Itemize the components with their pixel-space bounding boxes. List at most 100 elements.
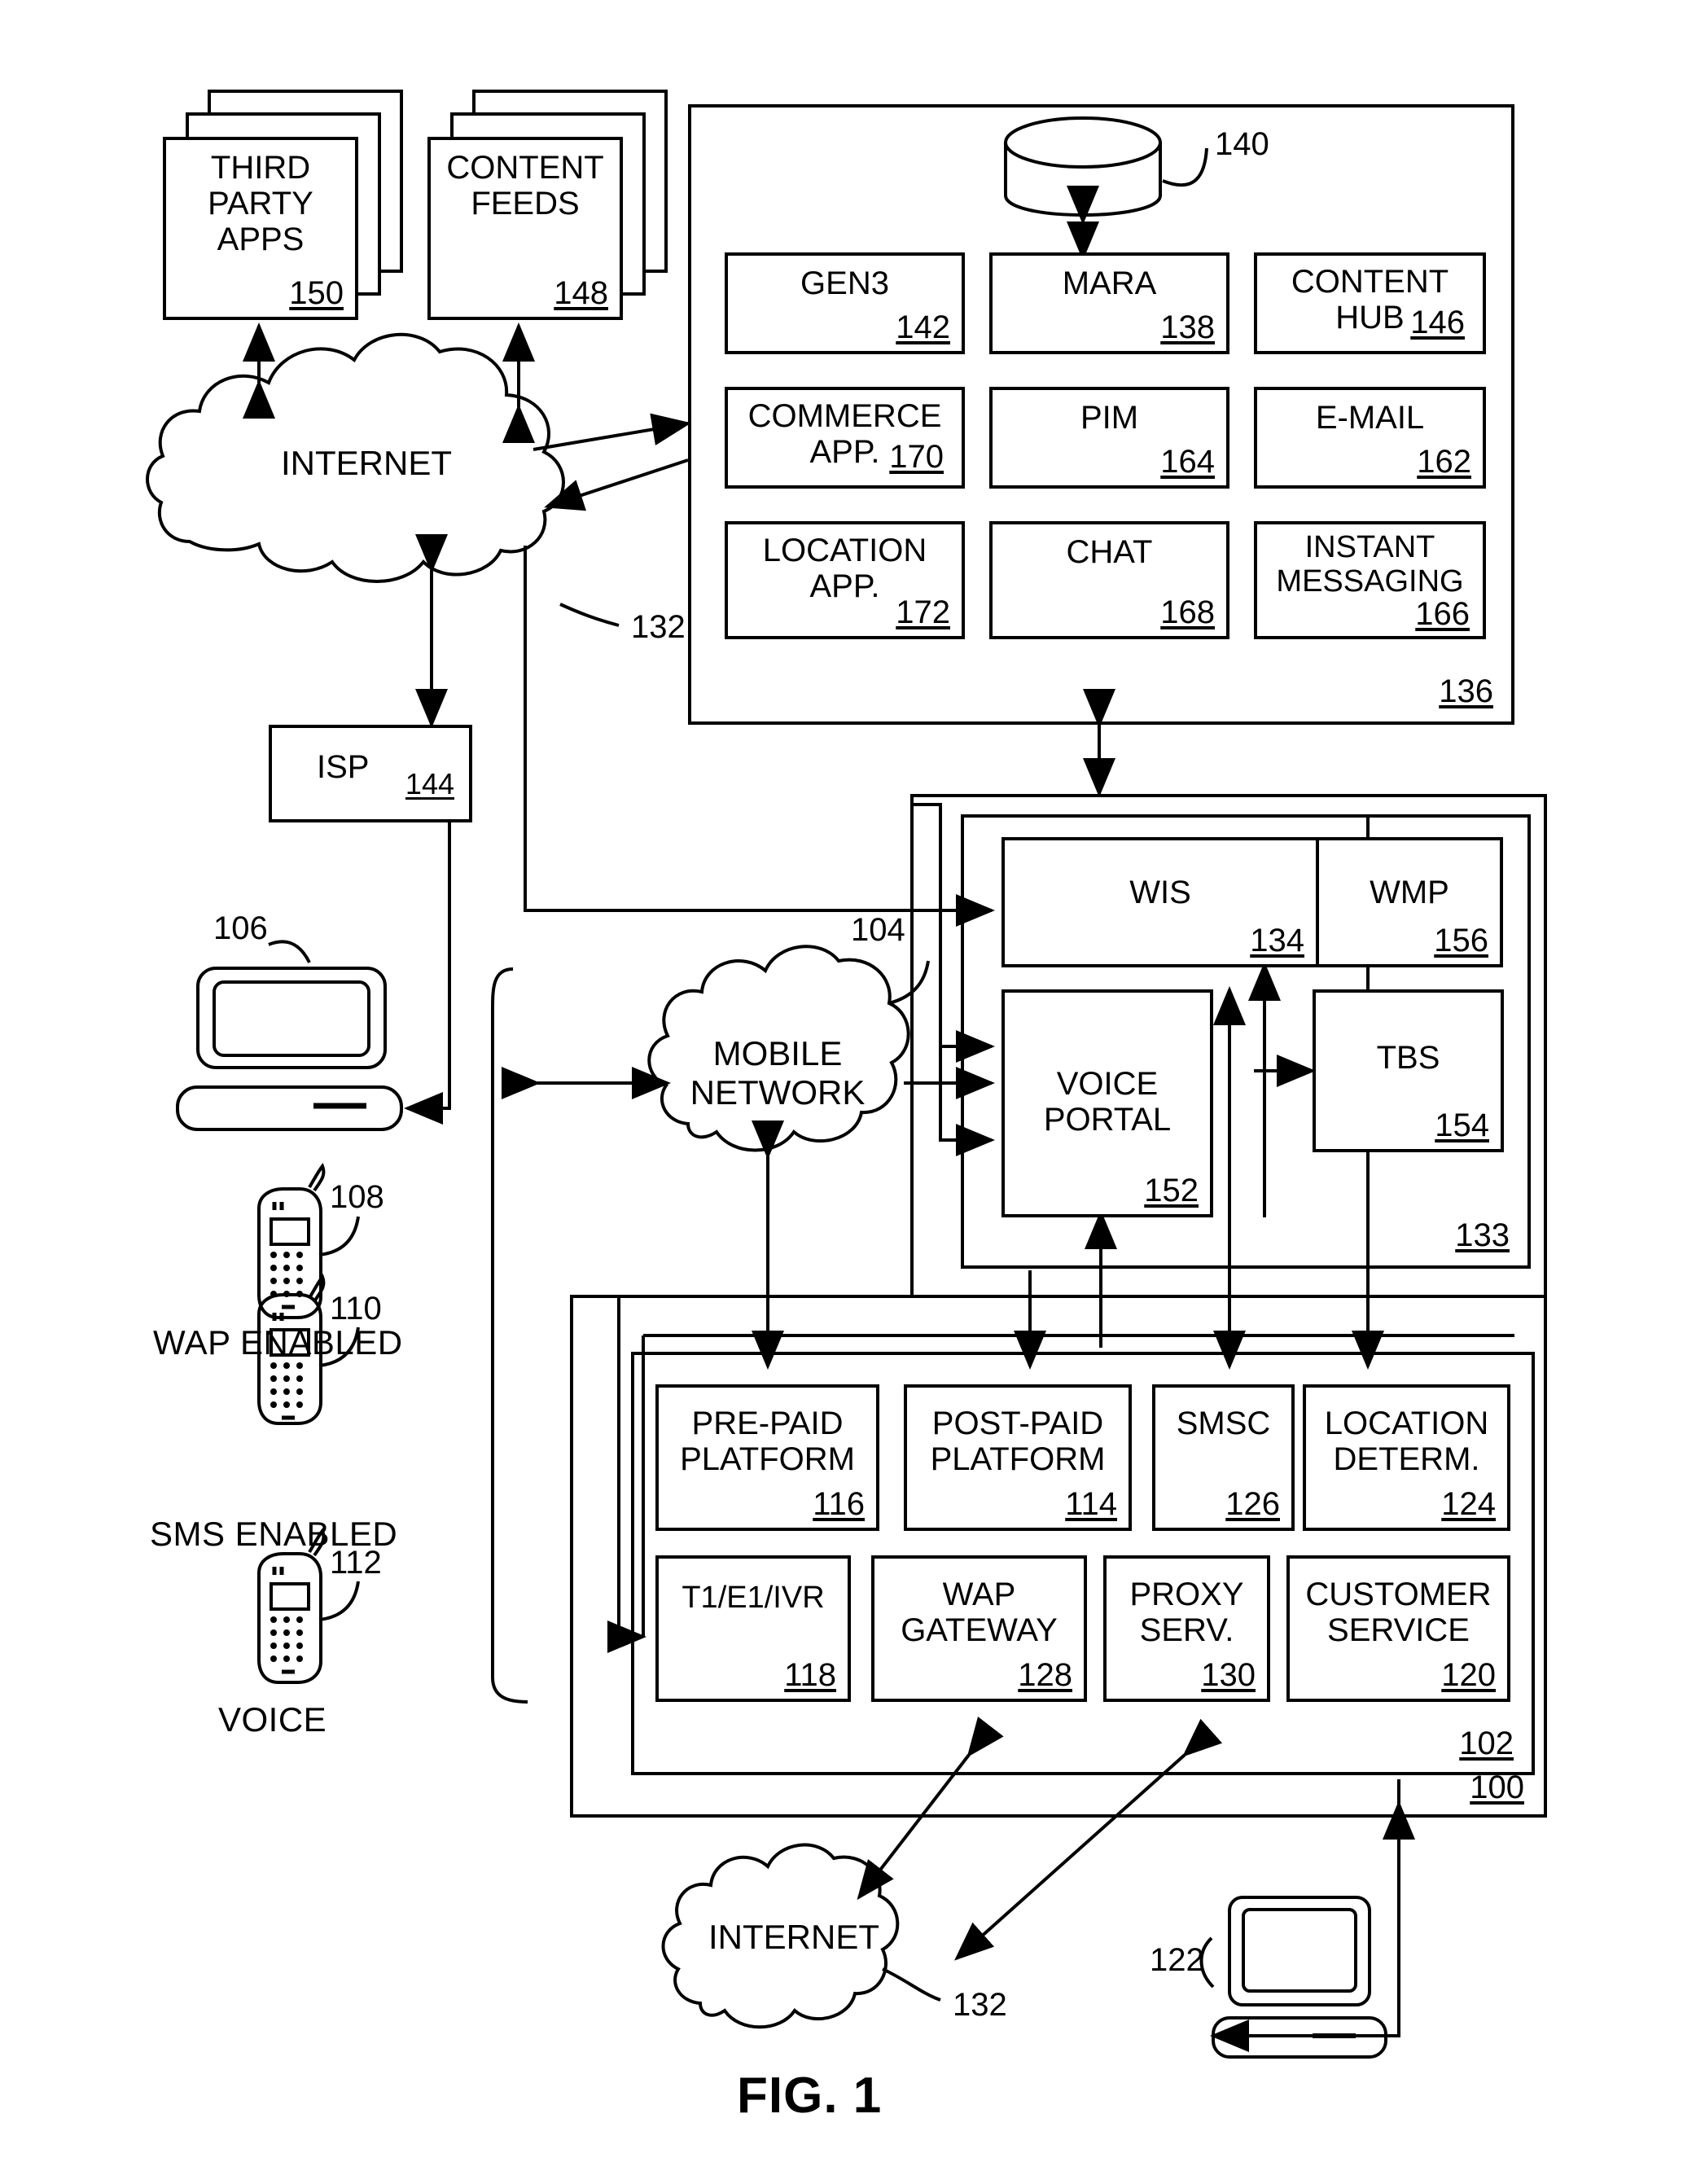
service-box-email: E-MAIL 162 [1254,387,1486,489]
wis-label: WIS [1129,875,1191,910]
prepaid-label: PRE-PAID PLATFORM [680,1406,855,1477]
patent-figure-1: THIRD PARTY APPS 150 CONTENT FEEDS 148 I… [0,0,1683,2184]
computer-bottom-screen [1242,1908,1357,1993]
computer-top-ref: 106 [213,910,268,946]
infra-box-location-determ: LOCATION DETERM. 124 [1303,1384,1510,1531]
service-box-chat: CHAT 168 [989,521,1229,639]
third-party-apps-label: THIRD PARTY APPS [208,150,313,257]
customer-service-label: CUSTOMER SERVICE [1305,1577,1492,1648]
content-hub-ref: 146 [1410,305,1465,340]
tbs-label: TBS [1376,1040,1440,1076]
mobile-network-ref: 104 [851,912,905,948]
content-feeds-label: CONTENT FEEDS [446,150,604,221]
email-label: E-MAIL [1315,400,1425,436]
computer-top-monitor-outer [196,967,387,1069]
mara-ref: 138 [1160,309,1215,345]
service-box-mara: MARA 138 [989,252,1229,354]
internet-cloud-bottom-ref: 132 [953,1987,1007,2023]
arrow-isp-computer [404,822,451,1125]
phone-wap-shape [257,1162,326,1319]
wmp-ref: 156 [1434,923,1488,958]
sms-phone-ref: 110 [330,1291,382,1327]
device-bus-bracket [491,967,528,1704]
service-box-content-hub: CONTENT HUB 146 [1254,252,1486,354]
service-box-commerce-app: COMMERCE APP. 170 [725,387,965,489]
computer-top-screen [213,980,370,1057]
wap-gateway-label: WAP GATEWAY [901,1577,1058,1648]
infra-box-prepaid: PRE-PAID PLATFORM 116 [655,1384,879,1531]
middle-box-tbs: TBS 154 [1313,989,1504,1152]
third-party-apps-card-front: THIRD PARTY APPS 150 [163,137,358,320]
chat-label: CHAT [1066,534,1153,570]
isp-ref: 144 [405,767,454,800]
internet-cloud-bottom-label: INTERNET [708,1918,879,1956]
wap-phone-ref: 108 [330,1179,384,1215]
instant-messaging-ref: 166 [1415,596,1470,632]
location-app-ref: 172 [896,594,950,630]
infra-box-smsc: SMSC 126 [1152,1384,1295,1531]
infra-box-wap-gateway: WAP GATEWAY 128 [871,1555,1087,1702]
wap-enabled-caption: WAP ENABLED [153,1323,403,1362]
computer-bottom-base [1212,2016,1387,2059]
chat-ref: 168 [1160,594,1215,630]
voice-portal-label: VOICE PORTAL [1043,1066,1172,1138]
arrow-internet-to-services [533,413,691,451]
proxy-serv-label: PROXY SERV. [1129,1577,1244,1648]
location-app-label: LOCATION APP. [762,533,927,604]
middle-panel-ref: 133 [1455,1217,1510,1253]
third-party-apps-stack: THIRD PARTY APPS 150 [163,90,407,320]
postpaid-label: POST-PAID PLATFORM [930,1406,1106,1477]
content-feeds-ref: 148 [554,275,608,311]
service-box-gen3: GEN3 142 [725,252,965,354]
internet-cloud-top-ref: 132 [631,609,686,645]
pim-ref: 164 [1160,444,1215,480]
infrastructure-panel-ref: 102 [1459,1726,1514,1761]
infra-box-t1e1ivr: T1/E1/IVR 118 [655,1555,851,1702]
location-determ-ref: 124 [1441,1486,1496,1522]
internet-132-leader [559,603,620,627]
infra-box-customer-service: CUSTOMER SERVICE 120 [1286,1555,1510,1702]
third-party-apps-ref: 150 [289,275,344,311]
content-feeds-card-front: CONTENT FEEDS 148 [427,137,623,320]
mara-label: MARA [1062,265,1157,301]
computer-bottom-monitor-outer [1228,1896,1371,2006]
voice-phone-ref: 112 [330,1545,382,1581]
computer-top-leader [268,940,311,963]
computer-top-base [176,1085,403,1131]
commerce-app-ref: 170 [889,439,944,475]
infra-box-proxy-serv: PROXY SERV. 130 [1103,1555,1270,1702]
internet-bottom-132-leader [882,1967,941,2002]
line-custservice-computer [1213,1804,1400,2037]
prepaid-ref: 116 [813,1486,865,1522]
email-ref: 162 [1417,444,1471,480]
isp-box: ISP 144 [269,725,472,822]
middle-box-wmp: WMP 156 [1316,837,1503,967]
voice-caption: VOICE [218,1700,327,1739]
instant-messaging-label: INSTANT MESSAGING [1276,530,1464,599]
pim-label: PIM [1080,400,1139,436]
phone-wap-leader [318,1216,360,1256]
gen3-ref: 142 [896,309,950,345]
t1e1ivr-label: T1/E1/IVR [682,1581,825,1615]
figure-caption: FIG. 1 [737,2068,883,2124]
mobile-network-label: MOBILE NETWORK [690,1034,866,1112]
customer-service-ref: 120 [1441,1657,1496,1693]
services-panel-ref: 136 [1439,673,1493,709]
computer-bottom-ref: 122 [1150,1942,1204,1978]
arrow-services-to-internet [544,458,689,511]
wap-gateway-ref: 128 [1018,1657,1072,1693]
infra-box-postpaid: POST-PAID PLATFORM 114 [904,1384,1132,1531]
content-feeds-stack: CONTENT FEEDS 148 [427,90,672,320]
service-box-location-app: LOCATION APP. 172 [725,521,965,639]
gen3-label: GEN3 [800,265,889,301]
t1e1ivr-ref: 118 [784,1657,836,1693]
postpaid-ref: 114 [1065,1486,1117,1522]
wis-ref: 134 [1250,923,1304,958]
voice-portal-ref: 152 [1144,1173,1199,1208]
middle-box-wis: WIS 134 [1001,837,1319,967]
service-box-instant-messaging: INSTANT MESSAGING 166 [1254,521,1486,639]
service-box-pim: PIM 164 [989,387,1229,489]
wmp-label: WMP [1370,875,1449,910]
phone-voice-leader [318,1581,360,1621]
location-determ-label: LOCATION DETERM. [1324,1406,1489,1477]
